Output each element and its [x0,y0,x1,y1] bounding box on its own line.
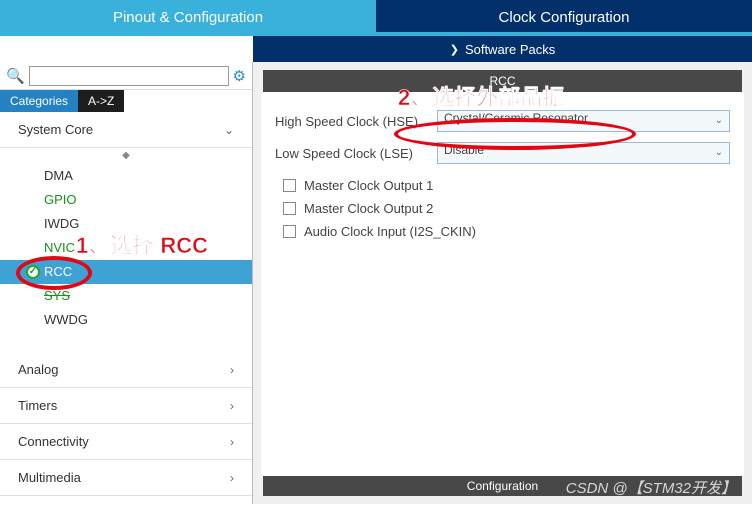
lse-value: Disable [444,143,484,157]
group-label: Timers [18,398,57,413]
mode-panel-body: High Speed Clock (HSE) Crystal/Ceramic R… [261,92,744,476]
top-tabs: Pinout & Configuration Clock Configurati… [0,0,752,36]
leaf-iwdg[interactable]: IWDG [0,212,252,236]
sidebar: 🔍 ⚙ Categories A->Z System Core ⌄ ◆ DMA … [0,62,253,504]
hse-value: Crystal/Ceramic Resonator [444,111,588,125]
configuration-panel-header[interactable]: Configuration [263,476,742,496]
chevron-right-icon: › [230,435,234,449]
chevron-down-icon: ⌄ [224,123,234,137]
group-analog[interactable]: Analog › [0,352,252,388]
subbar: ❯ Software Packs [0,36,752,62]
i2s-label: Audio Clock Input (I2S_CKIN) [304,224,476,239]
group-timers[interactable]: Timers › [0,388,252,424]
mode-panel-header[interactable]: RCC [263,70,742,92]
software-packs-label: Software Packs [465,42,555,57]
group-label: Connectivity [18,434,89,449]
group-system-core[interactable]: System Core ⌄ [0,112,252,148]
leaf-label: RCC [44,263,72,281]
leaf-nvic[interactable]: NVIC [0,236,252,260]
chevron-right-icon: › [230,471,234,485]
lse-label: Low Speed Clock (LSE) [275,146,437,161]
tab-clock[interactable]: Clock Configuration [376,0,752,32]
mco2-label: Master Clock Output 2 [304,201,433,216]
group-multimedia[interactable]: Multimedia › [0,460,252,496]
checkbox-i2s[interactable] [283,225,296,238]
software-packs-button[interactable]: ❯ Software Packs [253,36,752,62]
group-label: System Core [18,122,93,137]
gear-icon[interactable]: ⚙ [233,67,246,85]
leaf-wwdg[interactable]: WWDG [0,308,252,332]
tab-az[interactable]: A->Z [78,90,124,112]
group-connectivity[interactable]: Connectivity › [0,424,252,460]
content-panel: RCC High Speed Clock (HSE) Crystal/Ceram… [253,62,752,504]
chevron-down-icon: ⌄ [715,115,723,126]
leaf-sys[interactable]: SYS [0,284,252,308]
chevron-right-icon: › [230,399,234,413]
group-label: Multimedia [18,470,81,485]
check-circle-icon: ✓ [26,265,40,279]
chevron-down-icon: ❯ [450,43,459,56]
mco1-label: Master Clock Output 1 [304,178,433,193]
leaf-dma[interactable]: DMA [0,164,252,188]
tab-pinout[interactable]: Pinout & Configuration [0,0,376,32]
group-label: Analog [18,362,58,377]
scroll-handle-icon[interactable]: ◆ [0,148,252,164]
leaf-gpio[interactable]: GPIO [0,188,252,212]
tab-categories[interactable]: Categories [0,90,78,112]
chevron-down-icon: ⌄ [715,147,723,158]
search-input[interactable] [29,66,229,86]
checkbox-mco1[interactable] [283,179,296,192]
hse-select[interactable]: Crystal/Ceramic Resonator ⌄ [437,110,730,132]
component-tree: System Core ⌄ ◆ DMA GPIO IWDG NVIC ✓ RCC… [0,112,252,504]
hse-label: High Speed Clock (HSE) [275,114,437,129]
chevron-right-icon: › [230,363,234,377]
lse-select[interactable]: Disable ⌄ [437,142,730,164]
mode-title-prefix: RCC [490,74,516,88]
search-icon[interactable]: 🔍 [6,67,25,85]
checkbox-mco2[interactable] [283,202,296,215]
leaf-rcc[interactable]: ✓ RCC [0,260,252,284]
